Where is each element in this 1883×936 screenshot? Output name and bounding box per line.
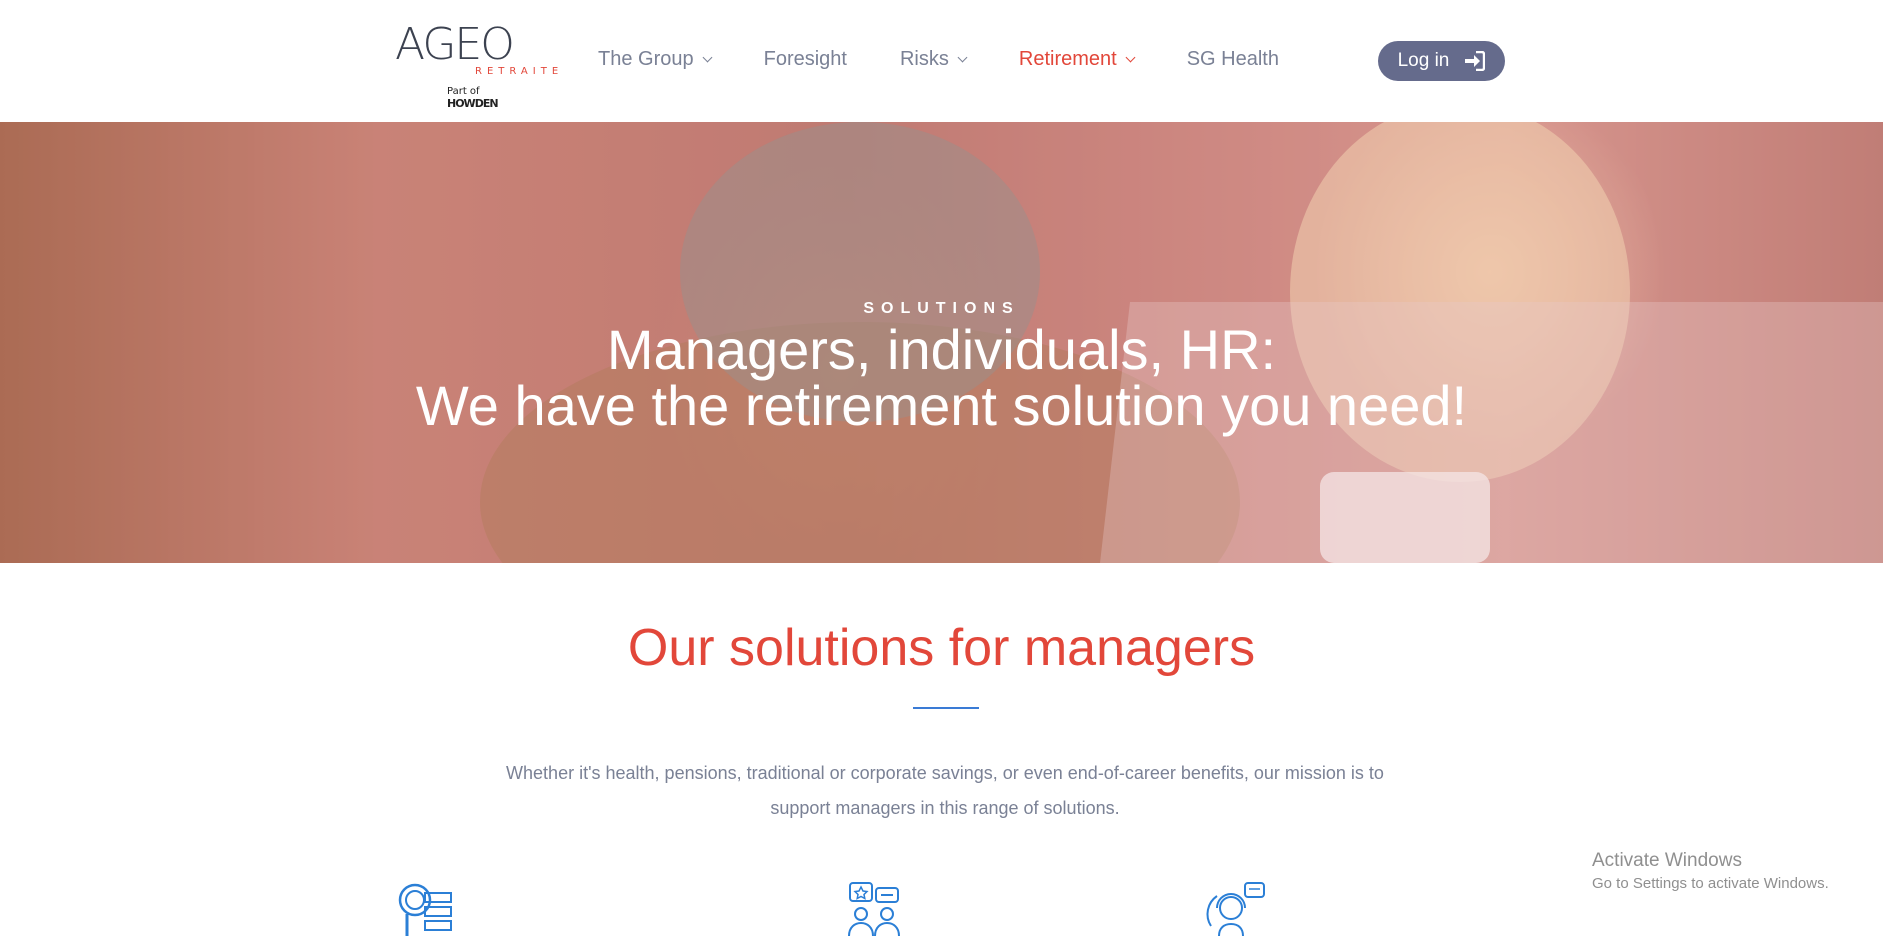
login-button[interactable]: Log in bbox=[1378, 41, 1505, 81]
watermark-subtitle: Go to Settings to activate Windows. bbox=[1592, 875, 1829, 892]
chevron-down-icon bbox=[957, 52, 968, 62]
hero-kicker: SOLUTIONS bbox=[863, 300, 1020, 317]
nav-item-retirement[interactable]: Retirement bbox=[1019, 48, 1136, 71]
hero-text: SOLUTIONS Managers, individuals, HR: We … bbox=[0, 122, 1883, 563]
section-title: Our solutions for managers bbox=[627, 619, 1256, 677]
nav-item-sg-health[interactable]: SG Health bbox=[1187, 48, 1279, 71]
logo-wordmark: AGEO bbox=[395, 19, 515, 70]
team-chat-icon[interactable] bbox=[846, 880, 906, 936]
site-header: AGEO RETRAITE Part of HOWDEN The Group F… bbox=[0, 0, 1883, 122]
support-agent-icon[interactable] bbox=[1201, 880, 1267, 936]
nav-item-foresight[interactable]: Foresight bbox=[764, 48, 847, 71]
watermark-title: Activate Windows bbox=[1592, 850, 1742, 871]
search-checklist-icon[interactable] bbox=[395, 880, 457, 936]
chevron-down-icon bbox=[1125, 52, 1136, 62]
login-label: Log in bbox=[1397, 50, 1450, 71]
hero-title-line-2: We have the retirement solution you need… bbox=[415, 374, 1468, 437]
ageo-logo[interactable]: AGEO RETRAITE Part of HOWDEN bbox=[393, 19, 558, 111]
nav-item-the-group[interactable]: The Group bbox=[598, 48, 713, 71]
hero-title: Managers, individuals, HR: We have the r… bbox=[0, 322, 1883, 434]
sign-in-icon bbox=[1465, 51, 1486, 71]
logo-part-of: Part of HOWDEN bbox=[447, 86, 499, 110]
windows-activation-watermark: Activate Windows Go to Settings to activ… bbox=[1592, 850, 1829, 892]
chevron-down-icon bbox=[702, 52, 713, 62]
section-intro: Whether it's health, pensions, tradition… bbox=[506, 763, 1384, 818]
hero-title-line-1: Managers, individuals, HR: bbox=[606, 318, 1277, 381]
nav-item-risks[interactable]: Risks bbox=[900, 48, 968, 71]
main-nav: The Group Foresight Risks Retirement SG … bbox=[598, 48, 1332, 71]
hero-banner: SOLUTIONS Managers, individuals, HR: We … bbox=[0, 122, 1883, 563]
title-divider bbox=[913, 707, 979, 709]
logo-subtitle: RETRAITE bbox=[475, 66, 564, 77]
